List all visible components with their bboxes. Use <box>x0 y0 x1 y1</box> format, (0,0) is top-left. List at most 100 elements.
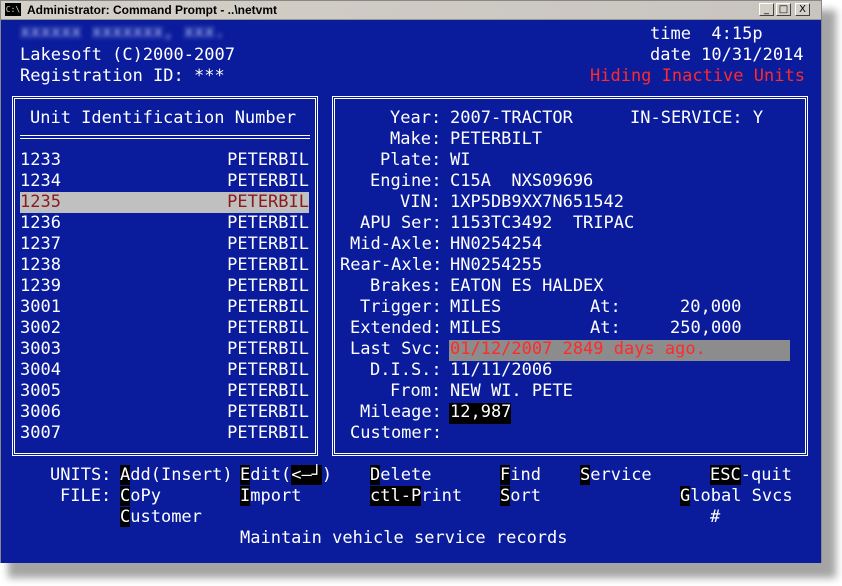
unit-make: PETERBIL <box>227 255 309 275</box>
extended-at-value[interactable]: 250,000 <box>670 318 742 339</box>
unit-row[interactable]: 1236 PETERBIL <box>20 213 309 234</box>
from-value[interactable]: NEW WI. PETE <box>450 381 573 402</box>
unit-row[interactable]: 1237 PETERBIL <box>20 234 309 255</box>
unit-row[interactable]: 3005 PETERBIL <box>20 381 309 402</box>
unit-id: 3006 <box>20 402 61 422</box>
unit-id: 3001 <box>20 297 61 317</box>
sort-command[interactable]: Sort <box>500 486 541 507</box>
delete-key: D <box>370 465 381 485</box>
global-key: G <box>680 486 691 506</box>
year-label: Year: <box>390 108 442 128</box>
unit-make: PETERBIL <box>227 150 309 170</box>
copy-command[interactable]: CoPy <box>120 486 161 507</box>
unit-row[interactable]: 3002 PETERBIL <box>20 318 309 339</box>
global-svcs-command[interactable]: Global Svcs <box>680 486 793 507</box>
engine-value[interactable]: C15A NXS09696 <box>450 171 593 192</box>
unit-make: PETERBIL <box>227 297 309 317</box>
esc-key: ESC <box>710 465 741 485</box>
make-value[interactable]: PETERBILT <box>450 129 542 150</box>
unit-row[interactable]: 1234 PETERBIL <box>20 171 309 192</box>
console-icon: C:\ <box>5 3 21 16</box>
apu-ser-value[interactable]: 1153TC3492 TRIPAC <box>450 213 634 234</box>
unit-make: PETERBIL <box>227 234 309 254</box>
print-label: rint <box>421 486 463 506</box>
make-label: Make: <box>390 129 442 149</box>
service-command[interactable]: Service <box>580 465 652 486</box>
rear-axle-value[interactable]: HN0254255 <box>450 255 542 276</box>
maximize-button[interactable]: □ <box>776 3 791 16</box>
global-svcs-label: lobal Svcs <box>690 486 793 506</box>
mileage-value[interactable]: 12,987 <box>450 402 511 423</box>
copyright-text: Lakesoft (C)2000-2007 <box>20 45 235 65</box>
units-menu-label: UNITS: <box>50 465 112 485</box>
unit-make: PETERBIL <box>227 360 309 380</box>
add-label: dd(Insert) <box>130 465 233 485</box>
dis-label: D.I.S.: <box>370 360 442 380</box>
last-svc-value[interactable]: 01/12/2007 2849 days ago. <box>450 339 706 360</box>
edit-key: E <box>240 465 251 485</box>
vin-value[interactable]: 1XP5DB9XX7N651542 <box>450 192 624 213</box>
unit-make: PETERBIL <box>227 381 309 401</box>
in-service-value[interactable]: IN-SERVICE: Y <box>630 108 763 129</box>
unit-id: 1239 <box>20 276 61 296</box>
hash-command[interactable]: # <box>710 507 720 528</box>
close-button[interactable]: X <box>795 3 810 16</box>
unit-row[interactable]: 3003 PETERBIL <box>20 339 309 360</box>
trigger-at-value[interactable]: 20,000 <box>680 297 741 318</box>
unit-id: 1238 <box>20 255 61 275</box>
mid-axle-value[interactable]: HN0254254 <box>450 234 542 255</box>
edit-command[interactable]: Edit(<—┘) <box>240 465 332 486</box>
find-key: F <box>500 465 511 485</box>
engine-label: Engine: <box>370 171 442 191</box>
unit-row[interactable]: 3006 PETERBIL <box>20 402 309 423</box>
unit-row[interactable]: 1233 PETERBIL <box>20 150 309 171</box>
extended-value[interactable]: MILES <box>450 318 501 339</box>
customer-command[interactable]: Customer <box>120 507 202 528</box>
unit-row-selected[interactable]: 1235 PETERBIL <box>20 192 309 213</box>
unit-make: PETERBIL <box>227 318 309 338</box>
dis-value[interactable]: 11/11/2006 <box>450 360 552 381</box>
import-command[interactable]: Import <box>240 486 301 507</box>
trigger-value[interactable]: MILES <box>450 297 501 318</box>
trigger-label: Trigger: <box>360 297 442 317</box>
unit-row[interactable]: 1238 PETERBIL <box>20 255 309 276</box>
unit-make: PETERBIL <box>227 423 309 443</box>
esc-quit-command[interactable]: ESC-quit <box>710 465 792 486</box>
brakes-value[interactable]: EATON ES HALDEX <box>450 276 604 297</box>
copy-key: C <box>120 486 131 506</box>
mileage-label: Mileage: <box>360 402 442 422</box>
delete-command[interactable]: Delete <box>370 465 431 486</box>
unit-make: PETERBIL <box>227 192 309 212</box>
year-value[interactable]: 2007-TRACTOR <box>450 108 573 129</box>
add-insert-command[interactable]: Add(Insert) <box>120 465 233 486</box>
time-display: time 4:15p <box>650 24 763 44</box>
window-title: Administrator: Command Prompt - ..\netvm… <box>27 3 278 17</box>
unit-row[interactable]: 3004 PETERBIL <box>20 360 309 381</box>
mid-axle-label: Mid-Axle: <box>350 234 443 254</box>
customer-key: C <box>120 507 131 527</box>
unit-id: 1235 <box>20 192 61 212</box>
plate-value[interactable]: WI <box>450 150 470 171</box>
plate-label: Plate: <box>380 150 442 170</box>
unit-id: 1236 <box>20 213 61 233</box>
rear-axle-label: Rear-Axle: <box>340 255 443 275</box>
unit-row[interactable]: 3001 PETERBIL <box>20 297 309 318</box>
minimize-button[interactable]: _ <box>759 3 774 16</box>
last-svc-label: Last Svc: <box>350 339 443 359</box>
ctl-print-command[interactable]: ctl-Print <box>370 486 462 507</box>
date-display: date 10/31/2014 <box>650 45 804 65</box>
unit-make: PETERBIL <box>227 402 309 422</box>
copy-label: oPy <box>130 486 161 506</box>
command-prompt-window: C:\ Administrator: Command Prompt - ..\n… <box>0 0 822 563</box>
heading-divider <box>20 135 310 139</box>
company-name-redacted: xxxxxx xxxxxxx, xxx. <box>20 22 225 42</box>
vin-label: VIN: <box>400 192 441 212</box>
customer-command-label: ustomer <box>130 507 202 527</box>
find-command[interactable]: Find <box>500 465 541 486</box>
console-area[interactable]: xxxxxx xxxxxxx, xxx. Lakesoft (C)2000-20… <box>1 20 821 563</box>
brakes-label: Brakes: <box>370 276 442 296</box>
extended-at-label: At: <box>590 318 621 338</box>
unit-row[interactable]: 1239 PETERBIL <box>20 276 309 297</box>
title-bar[interactable]: C:\ Administrator: Command Prompt - ..\n… <box>1 1 821 20</box>
unit-row[interactable]: 3007 PETERBIL <box>20 423 309 444</box>
